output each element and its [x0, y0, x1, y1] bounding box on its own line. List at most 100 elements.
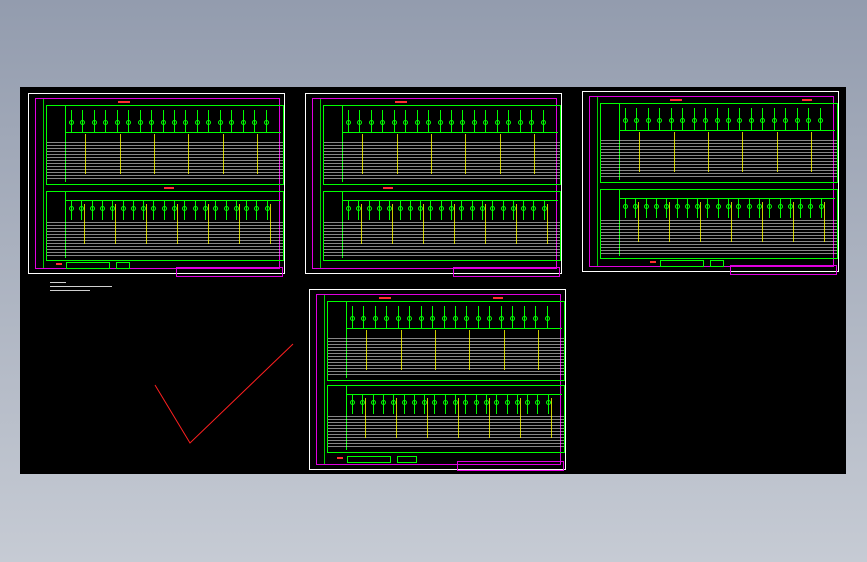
- legend-mark: [337, 457, 343, 459]
- breaker-symbol: [430, 316, 435, 321]
- title-block: [453, 267, 560, 277]
- breaker-symbol: [131, 206, 136, 211]
- annotation-line: [257, 134, 258, 174]
- annotation-line: [270, 204, 271, 244]
- breaker-symbol: [264, 120, 269, 125]
- breaker-symbol: [685, 204, 690, 209]
- breaker-symbol: [206, 120, 211, 125]
- breaker-symbol: [241, 120, 246, 125]
- lower-panel-title: [164, 187, 174, 189]
- breaker-symbol: [224, 206, 229, 211]
- legend-box: [710, 260, 724, 267]
- annotation-line: [489, 398, 490, 438]
- breaker-symbol: [795, 118, 800, 123]
- legend-mark: [650, 261, 656, 263]
- breaker-symbol: [818, 118, 823, 123]
- data-table: [324, 142, 560, 180]
- breaker-symbol: [90, 206, 95, 211]
- breaker-symbol: [92, 120, 97, 125]
- upper-panel-title: [395, 101, 407, 103]
- sheet-border: [35, 98, 284, 277]
- breaker-symbol: [453, 316, 458, 321]
- annotation-line: [708, 132, 709, 172]
- drawing-sheet-4[interactable]: [309, 289, 566, 471]
- breaker-symbol: [80, 120, 85, 125]
- annotation-line: [465, 134, 466, 174]
- breaker-symbol: [499, 316, 504, 321]
- annotation-line: [361, 204, 362, 244]
- upper-panel: [46, 105, 284, 185]
- upper-panel: [323, 105, 561, 185]
- lower-panel: [46, 191, 284, 261]
- breaker-symbol: [644, 204, 649, 209]
- breaker-symbol: [398, 206, 403, 211]
- breaker-symbol: [703, 118, 708, 123]
- breaker-symbol: [675, 204, 680, 209]
- breaker-symbol: [346, 120, 351, 125]
- title-block: [176, 267, 283, 277]
- breaker-symbol: [623, 204, 628, 209]
- breaker-symbol: [657, 118, 662, 123]
- breaker-symbol: [442, 316, 447, 321]
- breaker-symbol: [373, 316, 378, 321]
- annotation-line: [485, 204, 486, 244]
- annotation-line: [154, 134, 155, 174]
- annotation-line: [120, 134, 121, 174]
- annotation-line: [146, 204, 147, 244]
- cad-drawing-canvas[interactable]: [20, 87, 846, 474]
- breaker-symbol: [459, 206, 464, 211]
- data-table: [47, 142, 283, 180]
- drawing-sheet-1[interactable]: [28, 93, 285, 277]
- breaker-symbol: [244, 206, 249, 211]
- breaker-symbol: [182, 206, 187, 211]
- red-v-line: [154, 343, 294, 444]
- annotation-line: [365, 398, 366, 438]
- breaker-symbol: [252, 120, 257, 125]
- breaker-symbol: [533, 316, 538, 321]
- breaker-symbol: [449, 120, 454, 125]
- annotation-line: [700, 202, 701, 242]
- breaker-symbol: [392, 120, 397, 125]
- annotation-line: [427, 398, 428, 438]
- annotation-line: [458, 398, 459, 438]
- breaker-symbol: [138, 120, 143, 125]
- breaker-symbol: [100, 206, 105, 211]
- breaker-symbol: [412, 400, 417, 405]
- breaker-symbol: [121, 206, 126, 211]
- annotation-line: [639, 132, 640, 172]
- lower-panel: [327, 385, 565, 453]
- annotation-line: [520, 398, 521, 438]
- upper-panel: [600, 103, 838, 183]
- breaker-symbol: [692, 118, 697, 123]
- breaker-symbol: [495, 120, 500, 125]
- breaker-symbol: [350, 400, 355, 405]
- annotation-line: [435, 330, 436, 370]
- breaker-symbol: [783, 118, 788, 123]
- breaker-symbol: [408, 206, 413, 211]
- breaker-symbol: [525, 400, 530, 405]
- busbar: [346, 328, 562, 329]
- breaker-symbol: [195, 120, 200, 125]
- breaker-symbol: [521, 206, 526, 211]
- breaker-symbol: [443, 400, 448, 405]
- breaker-symbol: [510, 316, 515, 321]
- annotation-line: [824, 202, 825, 242]
- annotation-line: [423, 204, 424, 244]
- drawing-sheet-3[interactable]: [582, 91, 839, 275]
- drawing-notes: [50, 282, 112, 294]
- upper-panel: [327, 301, 565, 381]
- breaker-symbol: [377, 206, 382, 211]
- annotation-line: [392, 204, 393, 244]
- upper-panel-title: [379, 297, 391, 299]
- breaker-symbol: [808, 204, 813, 209]
- annotation-line: [731, 202, 732, 242]
- sheet-left-strip: [36, 99, 44, 268]
- busbar: [619, 198, 835, 199]
- drawing-sheet-2[interactable]: [305, 93, 562, 277]
- breaker-symbol: [381, 400, 386, 405]
- legend-box: [66, 262, 110, 269]
- annotation-line: [811, 132, 812, 172]
- data-table: [328, 338, 564, 376]
- breaker-symbol: [439, 206, 444, 211]
- breaker-symbol: [715, 118, 720, 123]
